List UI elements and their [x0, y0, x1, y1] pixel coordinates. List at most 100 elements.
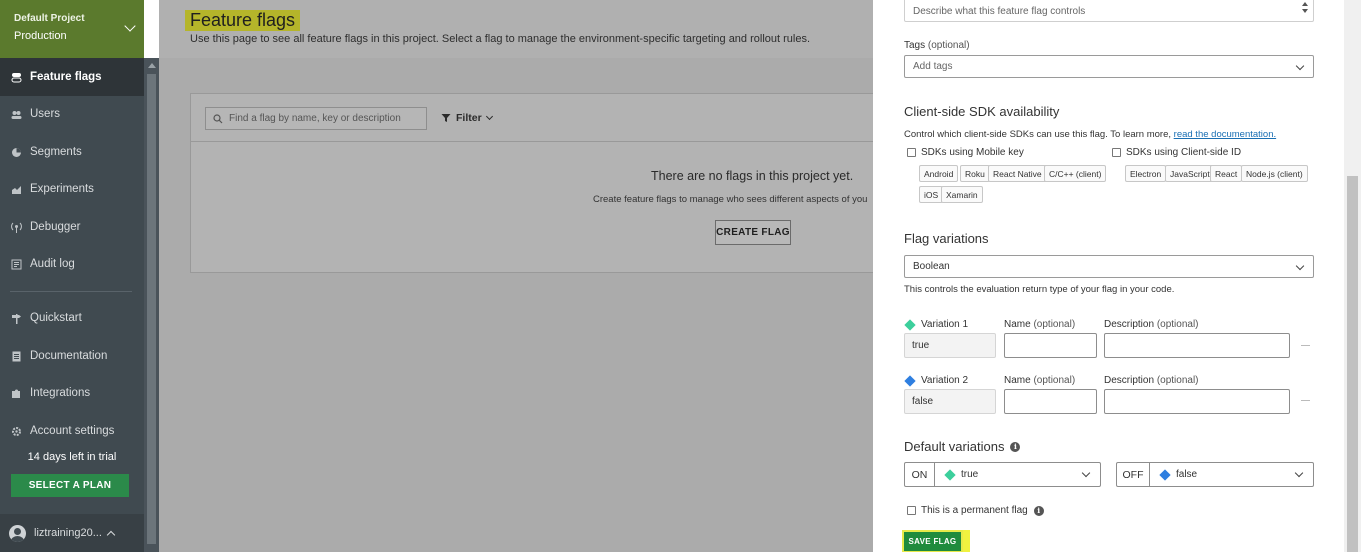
- sdk-chip: Xamarin: [941, 186, 983, 203]
- user-menu[interactable]: liztraining20...: [0, 514, 144, 552]
- sidebar-item-label: Documentation: [30, 350, 108, 362]
- sidebar-item-experiments[interactable]: Experiments: [0, 170, 144, 208]
- variation-type-select[interactable]: Boolean: [904, 255, 1314, 278]
- drawer-scrollbar[interactable]: [1344, 0, 1361, 552]
- sidebar-scrollbar[interactable]: [144, 58, 159, 552]
- sidebar-item-feature-flags[interactable]: Feature flags: [0, 58, 144, 96]
- main-content: Feature flags Use this page to see all f…: [159, 0, 890, 552]
- documentation-link[interactable]: read the documentation.: [1174, 129, 1276, 140]
- chevron-down-icon: [1295, 61, 1305, 71]
- sdk-chip: Electron: [1125, 165, 1167, 182]
- mobile-key-checkbox[interactable]: SDKs using Mobile key: [907, 147, 1024, 158]
- sidebar-item-label: Feature flags: [30, 71, 102, 83]
- sdk-chip: React Native: [988, 165, 1047, 182]
- pie-icon: [11, 147, 22, 157]
- default-variations-text: Default variations: [904, 439, 1005, 454]
- search-icon: [213, 113, 223, 123]
- flags-toolbar: Find a flag by name, key or description …: [191, 94, 889, 142]
- sdk-chip: iOS: [919, 186, 944, 203]
- checkbox[interactable]: [1112, 148, 1121, 157]
- default-on-select[interactable]: ON true: [904, 462, 1101, 487]
- sidebar-item-account-settings[interactable]: Account settings: [0, 412, 144, 450]
- checkbox[interactable]: [907, 148, 916, 157]
- scroll-up-icon[interactable]: [148, 63, 156, 68]
- tags-label: Tags (optional): [904, 40, 970, 51]
- description-label-text: Description: [1104, 319, 1155, 330]
- variation-1-label-text: Variation 1: [921, 319, 969, 330]
- sidebar-item-label: Integrations: [30, 387, 91, 399]
- puzzle-icon: [11, 388, 22, 398]
- search-input[interactable]: Find a flag by name, key or description: [205, 107, 427, 130]
- sdk-chip: Node.js (client): [1241, 165, 1308, 182]
- filter-button[interactable]: Filter: [441, 112, 493, 124]
- sidebar-item-label: Experiments: [30, 183, 94, 195]
- select-plan-button[interactable]: SELECT A PLAN: [11, 474, 129, 497]
- optional-hint: (optional): [1033, 375, 1076, 386]
- optional-hint: (optional): [1156, 375, 1199, 386]
- variation-2-name-input[interactable]: [1004, 389, 1097, 414]
- filter-label: Filter: [456, 112, 482, 124]
- variation-2-value: false: [904, 389, 996, 414]
- sidebar-item-label: Audit log: [30, 258, 75, 270]
- sidebar-item-segments[interactable]: Segments: [0, 133, 144, 171]
- name-label-text: Name: [1004, 375, 1031, 386]
- permanent-flag-checkbox[interactable]: This is a permanent flag i: [907, 505, 1044, 516]
- variation-1-description-input[interactable]: [1104, 333, 1290, 358]
- description-label: Description (optional): [1104, 375, 1199, 386]
- variation-2-label-text: Variation 2: [921, 375, 969, 386]
- project-switcher[interactable]: Default Project Production: [0, 0, 144, 58]
- remove-variation-icon[interactable]: [1301, 400, 1310, 401]
- permanent-flag-label: This is a permanent flag: [921, 505, 1028, 516]
- true-diamond-icon: [904, 318, 916, 331]
- sidebar: Default Project Production Feature flags…: [0, 0, 144, 552]
- create-flag-button[interactable]: CREATE FLAG: [715, 220, 791, 245]
- sidebar-item-integrations[interactable]: Integrations: [0, 374, 144, 412]
- sidebar-item-quickstart[interactable]: Quickstart: [0, 299, 144, 337]
- optional-hint: (optional): [1033, 319, 1076, 330]
- scrollbar-thumb[interactable]: [1347, 176, 1358, 552]
- description-label: Description (optional): [1104, 319, 1199, 330]
- sdk-chip: React: [1210, 165, 1243, 182]
- save-flag-button[interactable]: SAVE FLAG: [902, 530, 963, 552]
- signpost-icon: [11, 313, 22, 324]
- description-label-text: Description: [1104, 375, 1155, 386]
- chevron-up-icon: [106, 530, 116, 539]
- filter-icon: [441, 114, 451, 122]
- off-label: OFF: [1117, 463, 1150, 486]
- default-off-select[interactable]: OFF false: [1116, 462, 1314, 487]
- optional-hint: (optional): [927, 40, 970, 51]
- sidebar-item-documentation[interactable]: Documentation: [0, 337, 144, 375]
- client-side-id-checkbox[interactable]: SDKs using Client-side ID: [1112, 147, 1241, 158]
- sidebar-item-label: Users: [30, 108, 61, 120]
- checkbox[interactable]: [907, 506, 916, 515]
- variation-1-label: Variation 1: [904, 318, 969, 331]
- sidebar-divider: [10, 291, 132, 292]
- sidebar-item-audit-log[interactable]: Audit log: [0, 245, 144, 283]
- chevron-down-icon: [1081, 468, 1091, 478]
- sidebar-item-debugger[interactable]: Debugger: [0, 208, 144, 246]
- users-icon: [11, 109, 22, 119]
- tags-select[interactable]: Add tags: [904, 55, 1314, 78]
- sdk-heading: Client-side SDK availability: [904, 104, 1060, 119]
- sdk-chip: Roku: [960, 165, 990, 182]
- sidebar-item-label: Quickstart: [30, 312, 82, 324]
- info-icon[interactable]: i: [1033, 505, 1044, 516]
- chevron-down-icon: [1294, 468, 1304, 478]
- sidebar-item-label: Segments: [30, 146, 82, 158]
- chevron-down-icon: [1295, 261, 1305, 271]
- off-value: false: [1176, 469, 1198, 480]
- client-side-id-label: SDKs using Client-side ID: [1126, 147, 1242, 158]
- on-label: ON: [905, 463, 935, 486]
- scrollbar-thumb[interactable]: [147, 74, 156, 544]
- variation-1-name-input[interactable]: [1004, 333, 1097, 358]
- variation-2-description-input[interactable]: [1104, 389, 1290, 414]
- name-label-text: Name: [1004, 319, 1031, 330]
- info-icon[interactable]: i: [1010, 441, 1021, 452]
- sidebar-item-users[interactable]: Users: [0, 95, 144, 133]
- true-diamond-icon: [944, 468, 956, 481]
- description-textarea[interactable]: Describe what this feature flag controls: [904, 0, 1314, 22]
- avatar: [9, 524, 26, 542]
- remove-variation-icon[interactable]: [1301, 345, 1310, 346]
- resize-stepper-icon[interactable]: [1302, 2, 1308, 16]
- empty-state-description: Create feature flags to manage who sees …: [593, 194, 868, 205]
